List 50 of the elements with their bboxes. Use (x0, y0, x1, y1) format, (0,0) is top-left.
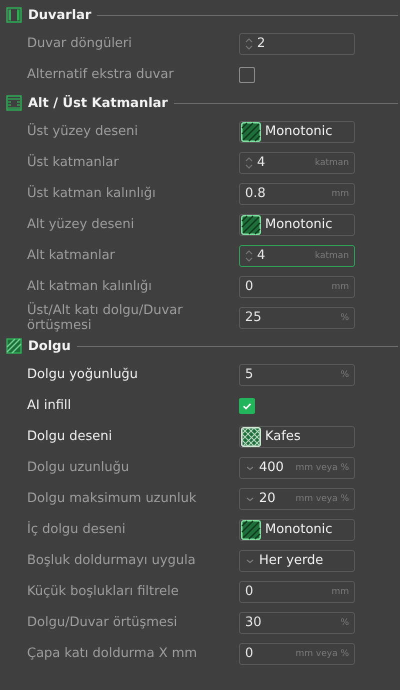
spinner-arrows-icon[interactable] (245, 36, 253, 50)
setting-label: Boşluk doldurmayı uygula (27, 553, 197, 568)
infill-icon (6, 338, 22, 354)
spin-field[interactable]: 4 katman (239, 152, 355, 174)
checkbox[interactable] (239, 66, 255, 82)
pattern-dropdown[interactable]: Monotonic (239, 518, 355, 540)
setting-label: Üst katmanlar (27, 155, 120, 170)
setting-label: Küçük boşlukları filtrele (27, 584, 180, 599)
setting-label: Alt katmanlar (27, 248, 116, 263)
input-field[interactable]: 0 mm veya % (239, 642, 355, 664)
dropdown-field[interactable]: 20 mm veya % (239, 488, 355, 510)
setting-label: Üst/Alt katı dolgu/Duvar örtüşmesi (27, 302, 184, 332)
walls-icon (6, 7, 22, 23)
spinner-arrows-icon[interactable] (245, 248, 253, 262)
input-field[interactable]: 5 % (239, 364, 355, 386)
input-field[interactable]: 0 mm (239, 276, 355, 298)
setting-label: Üst katman kalınlığı (27, 186, 157, 201)
setting-label: Dolgu yoğunluğu (27, 367, 139, 382)
setting-label: Alt yüzey deseni (27, 217, 136, 232)
spin-field[interactable]: 2 (239, 32, 355, 54)
setting-label: Alt katman kalınlığı (27, 279, 153, 294)
layers-icon (6, 95, 22, 111)
setting-label: Dolgu deseni (27, 429, 114, 444)
setting-label: Dolgu/Duvar örtüşmesi (27, 615, 178, 630)
section-title: Duvarlar (28, 8, 92, 22)
spinner-arrows-icon[interactable] (245, 156, 253, 170)
setting-label: Dolgu uzunluğu (27, 460, 130, 475)
input-field[interactable]: 25 % (239, 306, 355, 328)
setting-label: Çapa katı doldurma X mm (27, 646, 198, 661)
input-field[interactable]: 0.8 mm (239, 182, 355, 204)
setting-label: Alternatif ekstra duvar (27, 67, 175, 82)
pattern-dropdown[interactable]: Kafes (239, 426, 355, 448)
setting-label: İç dolgu deseni (27, 522, 126, 537)
dropdown-field[interactable]: 400 mm veya % (239, 456, 355, 478)
chevron-down-icon[interactable] (245, 556, 255, 564)
section-title: Alt / Üst Katmanlar (28, 96, 168, 110)
section-title: Dolgu (28, 338, 71, 354)
dropdown-field[interactable]: Her yerde (239, 550, 355, 572)
setting-label: Dolgu maksimum uzunluk (27, 491, 198, 506)
pattern-dropdown[interactable]: Monotonic (239, 214, 355, 236)
input-field[interactable]: 0 mm (239, 580, 355, 602)
chevron-down-icon[interactable] (245, 494, 255, 502)
input-field[interactable]: 30 % (239, 612, 355, 634)
spin-field[interactable]: 4 katman (239, 244, 355, 266)
setting-label: Üst yüzey deseni (27, 124, 139, 139)
checkbox[interactable] (239, 398, 255, 414)
chevron-down-icon[interactable] (245, 464, 255, 472)
setting-label: AI infill (27, 398, 72, 413)
pattern-dropdown[interactable]: Monotonic (239, 120, 355, 142)
setting-label: Duvar döngüleri (27, 36, 133, 51)
